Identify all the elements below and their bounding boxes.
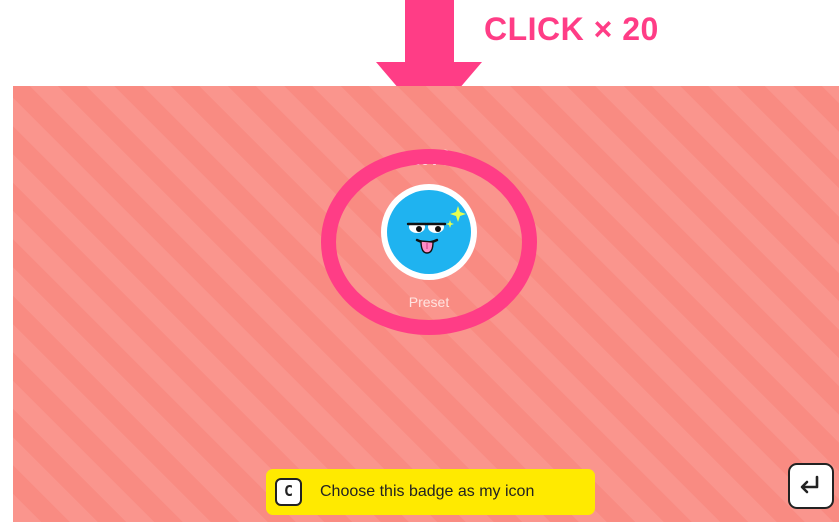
- annotation-header: CLICK × 20: [0, 0, 839, 124]
- choose-badge-label: Choose this badge as my icon: [320, 483, 535, 500]
- badge-caption: Preset: [408, 294, 450, 310]
- badge-icon-button[interactable]: [381, 184, 477, 280]
- down-arrow-icon: [405, 0, 454, 62]
- silly-face-icon: [387, 190, 471, 274]
- key-hint-c: C: [275, 478, 302, 506]
- return-arrow-icon: [800, 475, 819, 494]
- click-count-annotation: CLICK × 20: [484, 11, 659, 47]
- back-button[interactable]: [788, 463, 834, 509]
- choose-badge-button[interactable]: C Choose this badge as my icon: [266, 469, 595, 515]
